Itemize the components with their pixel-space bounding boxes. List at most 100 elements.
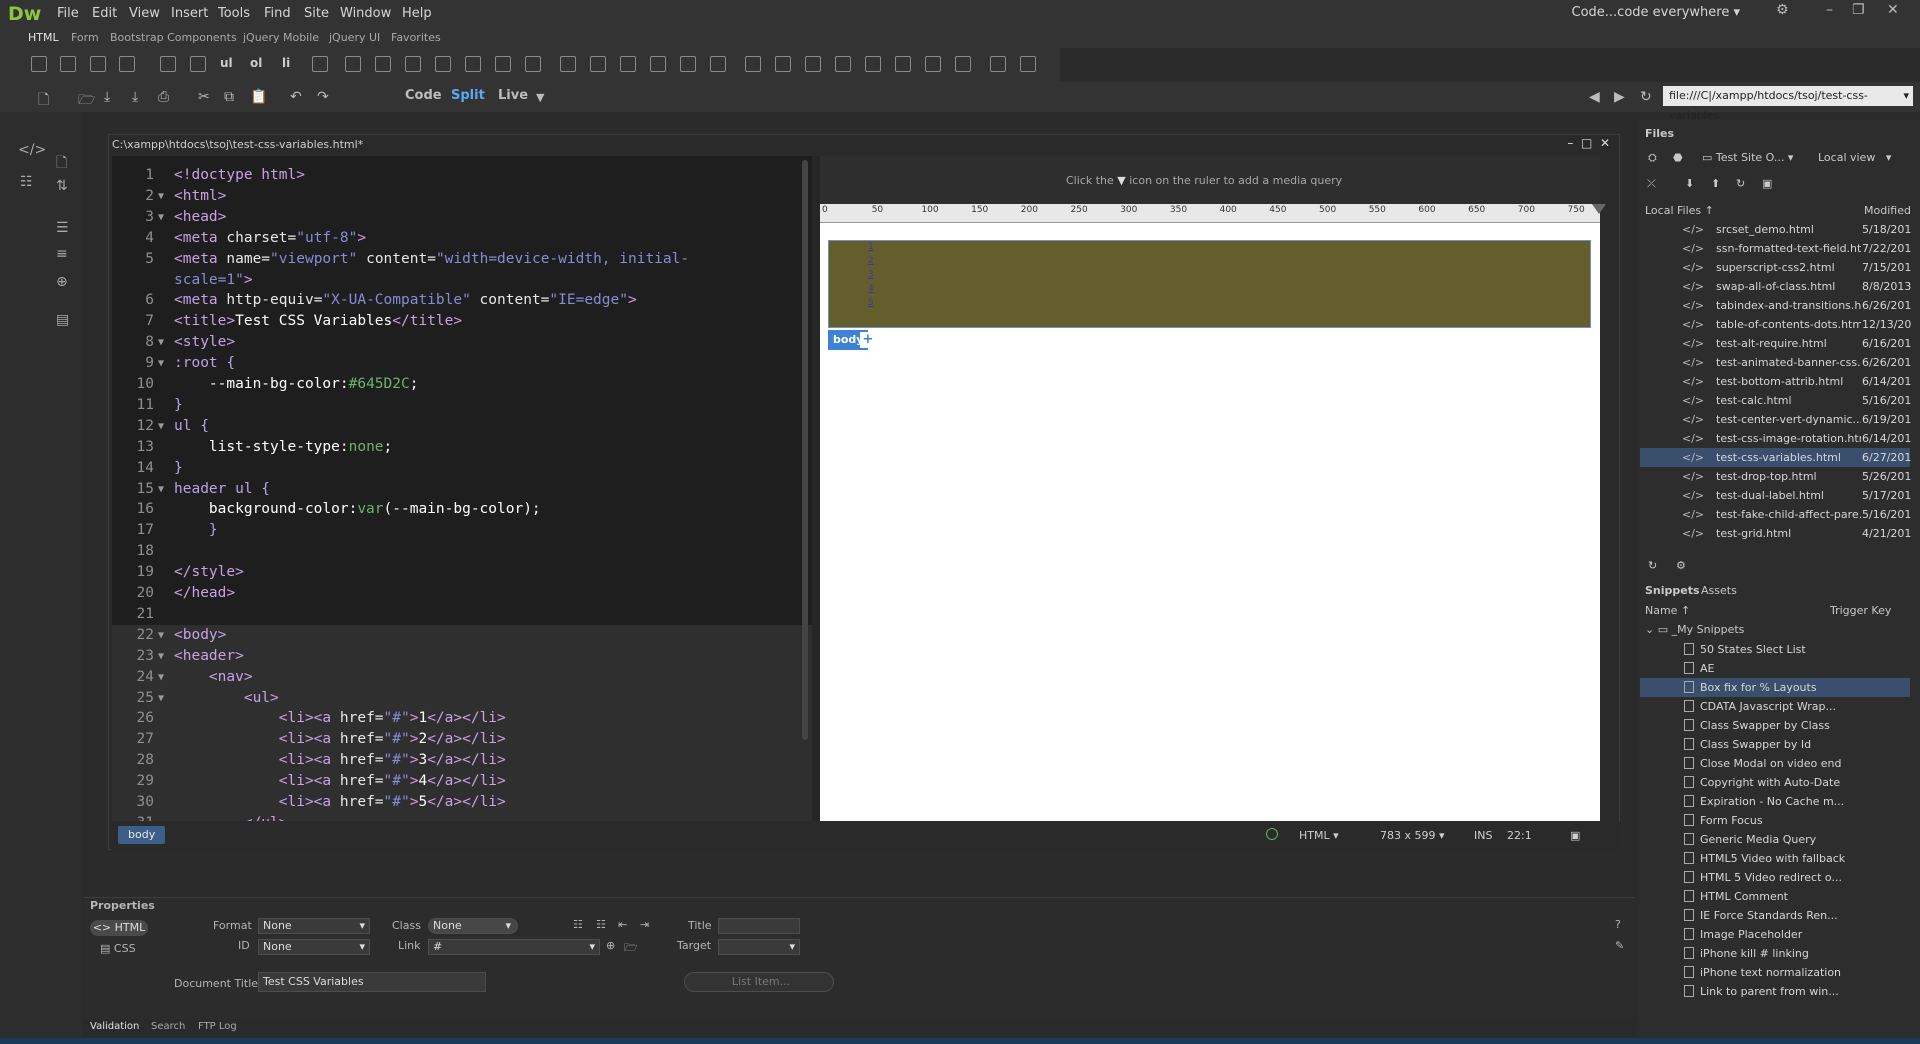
snippet-item[interactable]: IE Force Standards Ren...	[1640, 906, 1910, 925]
indent-icon[interactable]: ⇥	[640, 918, 649, 931]
code-line[interactable]: 11}	[112, 395, 812, 416]
file-row[interactable]: </> test-css-variables.html 6/27/201	[1640, 448, 1911, 467]
template-icon[interactable]	[990, 56, 1006, 72]
code-line[interactable]: 28 <li><a href="#">3</a></li>	[112, 750, 812, 772]
code-line[interactable]: 21	[112, 604, 812, 625]
undo-icon[interactable]: ↶	[290, 89, 302, 105]
expand-icon[interactable]: ⤫	[1647, 177, 1656, 191]
code-line[interactable]: 17 }	[112, 520, 812, 541]
document-type-select[interactable]: HTML ▾	[1299, 829, 1339, 842]
video-icon[interactable]	[745, 56, 761, 72]
fold-arrow-icon[interactable]: ▼	[158, 353, 164, 374]
split-divider[interactable]	[812, 156, 820, 821]
anchor-icon[interactable]	[312, 56, 328, 72]
code-line[interactable]: 26 <li><a href="#">1</a></li>	[112, 708, 812, 730]
snippet-item[interactable]: iPhone kill # linking	[1640, 944, 1910, 963]
snippet-item[interactable]: CDATA Javascript Wrap...	[1640, 697, 1910, 716]
close-icon[interactable]: ✕	[1887, 2, 1899, 18]
code-scrollbar[interactable]	[802, 160, 808, 740]
code-line[interactable]: 30 <li><a href="#">5</a></li>	[112, 792, 812, 813]
code-line[interactable]: 7 <title>Test CSS Variables</title>	[112, 311, 812, 332]
link-field[interactable]: # ▾	[428, 939, 600, 955]
code-line[interactable]: 24 ▼ <nav>	[112, 666, 812, 688]
view-split-button[interactable]: Split	[451, 88, 485, 103]
refresh-icon[interactable]: ↻	[1736, 177, 1745, 190]
tab-snippets[interactable]: Snippets	[1645, 584, 1700, 597]
local-files-column[interactable]: Local Files ↑	[1645, 204, 1714, 217]
table-icon[interactable]	[160, 56, 176, 72]
view-code-button[interactable]: Code	[405, 88, 442, 103]
code-line[interactable]: 29 <li><a href="#">4</a></li>	[112, 771, 812, 793]
nav-link[interactable]: 1	[868, 242, 874, 252]
open-folder-icon[interactable]: 🗁	[78, 89, 95, 113]
media-query-triangle-icon[interactable]	[1592, 204, 1606, 214]
class-select[interactable]: None ▾	[428, 918, 518, 934]
settings-icon[interactable]: ⚙	[1676, 559, 1686, 572]
insert-tab-form[interactable]: Form	[71, 31, 99, 44]
tab-ftp-log[interactable]: FTP Log	[198, 1021, 237, 1032]
files-panel-title[interactable]: Files	[1645, 127, 1674, 140]
menu-file[interactable]: File	[57, 6, 79, 21]
tab-validation[interactable]: Validation	[90, 1021, 139, 1032]
minimize-icon[interactable]: –	[1567, 136, 1573, 150]
file-icon[interactable]: 🗋	[56, 152, 67, 176]
code-line[interactable]: 15 ▼ header ul {	[112, 479, 812, 500]
snippet-item[interactable]: HTML 5 Video redirect o...	[1640, 868, 1910, 887]
menu-view[interactable]: View	[129, 6, 160, 21]
code-line[interactable]: 22 ▼ <body>	[112, 624, 812, 646]
menu-help[interactable]: Help	[402, 6, 432, 21]
snippet-item[interactable]: Class Swapper by Class	[1640, 716, 1910, 735]
ordered-list-icon[interactable]: ol	[250, 56, 266, 72]
css-mode-button[interactable]: ▤ CSS	[100, 942, 136, 955]
snippet-item[interactable]: Link to parent from win...	[1640, 982, 1910, 1001]
sync-settings-icon[interactable]: ⚙	[1776, 2, 1789, 18]
tag-icon[interactable]	[560, 56, 576, 72]
insert-tab-jquery-mobile[interactable]: jQuery Mobile	[243, 31, 319, 44]
file-row[interactable]: </> test-fake-child-affect-pare... 5/16/20…	[1640, 505, 1911, 524]
unordered-list-icon[interactable]: ☷	[573, 918, 583, 931]
sort-icon[interactable]: ⇅	[56, 178, 68, 194]
code-line[interactable]: 13 list-style-type:none;	[112, 437, 812, 458]
put-arrow-icon[interactable]: ⬆	[1711, 177, 1720, 190]
file-row[interactable]: </> test-dual-label.html 5/17/201	[1640, 486, 1911, 505]
code-line[interactable]: 31 </ul>	[112, 812, 812, 821]
html-mode-button[interactable]: <> HTML	[90, 920, 148, 936]
comment-icon[interactable]	[620, 56, 636, 72]
list-item-button[interactable]: List Item...	[684, 972, 834, 992]
code-icon[interactable]: </>	[18, 142, 46, 158]
file-row[interactable]: </> test-calc.html 5/16/201	[1640, 391, 1911, 410]
library-icon[interactable]	[1020, 56, 1036, 72]
file-row[interactable]: </> superscript-css2.html 7/15/201	[1640, 258, 1911, 277]
puzzle-icon[interactable]	[925, 56, 941, 72]
fold-arrow-icon[interactable]: ▼	[158, 332, 164, 353]
code-line[interactable]: 4 <meta charset="utf-8">	[112, 228, 812, 249]
insert-tab-jquery-ui[interactable]: jQuery UI	[329, 31, 380, 44]
snippet-item[interactable]: 50 States Slect List	[1640, 640, 1910, 659]
article-icon[interactable]	[465, 56, 481, 72]
snippet-item[interactable]: Box fix for % Layouts	[1640, 678, 1910, 697]
refresh-icon[interactable]: ↻	[1640, 89, 1652, 105]
figure-icon[interactable]	[190, 56, 206, 72]
copy-icon[interactable]: ⧉	[224, 89, 234, 105]
close-icon[interactable]: ✕	[1600, 136, 1610, 150]
file-row[interactable]: </> srcset_demo.html 5/18/201	[1640, 220, 1911, 239]
snippet-item[interactable]: HTML Comment	[1640, 887, 1910, 906]
redo-icon[interactable]: ↷	[317, 89, 329, 105]
div-icon[interactable]	[31, 56, 47, 72]
connect-icon[interactable]: ⛭	[1648, 151, 1657, 165]
snippet-item[interactable]: Form Focus	[1640, 811, 1910, 830]
nav-icon[interactable]	[375, 56, 391, 72]
code-line[interactable]: 3 ▼ <head>	[112, 207, 812, 228]
code-line[interactable]: 25 ▼ <ul>	[112, 687, 812, 709]
code-line[interactable]: 9 ▼:root {	[112, 353, 812, 374]
trigger-key-column[interactable]: Trigger Key	[1830, 604, 1891, 617]
quick-tag-editor-icon[interactable]: ✎	[1615, 939, 1624, 952]
fold-arrow-icon[interactable]: ▼	[158, 416, 164, 437]
file-row[interactable]: </> test-center-vert-dynamic.... 6/19/201	[1640, 410, 1911, 429]
snippet-item[interactable]: HTML5 Video with fallback	[1640, 849, 1910, 868]
insert-tab-html[interactable]: HTML	[28, 31, 59, 44]
name-column[interactable]: Name ↑	[1645, 604, 1690, 617]
menu-tools[interactable]: Tools	[218, 6, 250, 21]
fold-arrow-icon[interactable]: ▼	[158, 667, 164, 688]
snippet-item[interactable]: iPhone text normalization	[1640, 963, 1910, 982]
